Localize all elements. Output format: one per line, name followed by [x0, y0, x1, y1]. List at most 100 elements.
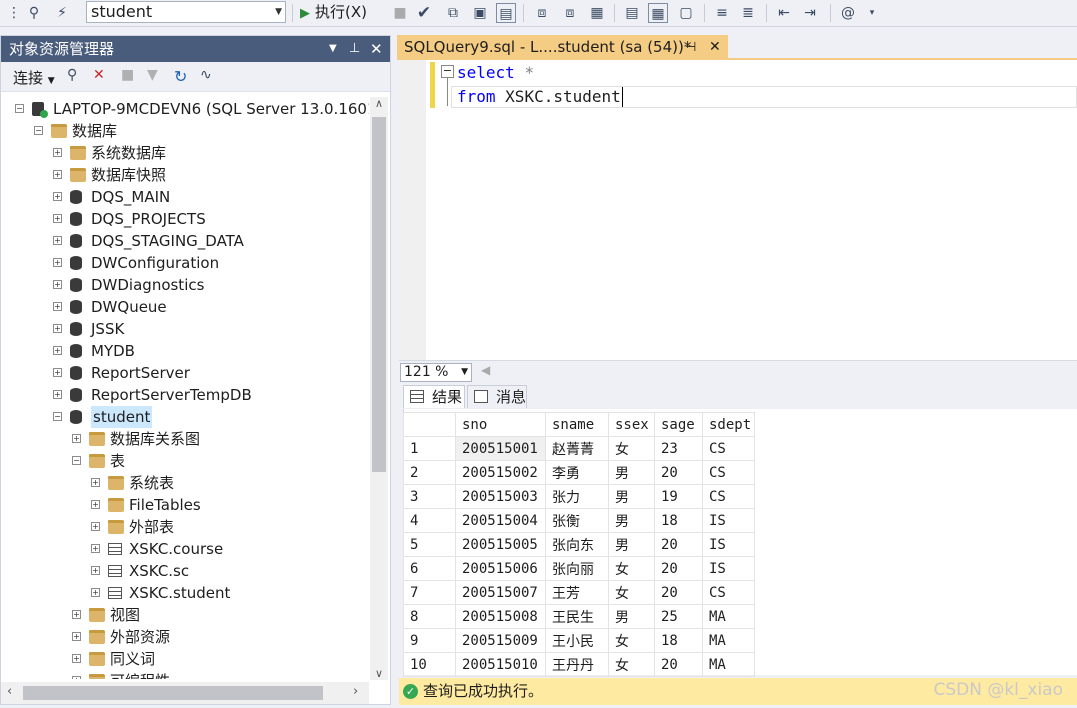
expand-icon[interactable]: + — [53, 192, 62, 201]
table-row[interactable]: 1 200515001 赵菁菁女 23 CS — [403, 436, 755, 461]
grid-cell[interactable]: 200515001 — [455, 436, 546, 461]
grid-cell[interactable]: 王小民 — [545, 628, 609, 653]
scrollbar-thumb[interactable] — [372, 117, 386, 472]
expand-icon[interactable]: + — [72, 676, 81, 679]
grid-cell[interactable]: 男 — [608, 604, 655, 629]
grid-cell[interactable]: 男 — [608, 484, 655, 509]
column-header[interactable]: sno — [455, 412, 546, 437]
row-number[interactable]: 4 — [403, 508, 456, 533]
include-plan-icon[interactable]: ⧈ — [532, 3, 552, 23]
expand-icon[interactable]: + — [91, 588, 100, 597]
grid-cell[interactable]: 200515007 — [455, 580, 546, 605]
grid-cell[interactable]: 王民生 — [545, 604, 609, 629]
expand-icon[interactable]: + — [53, 302, 62, 311]
grid-cell[interactable]: 女 — [608, 652, 655, 677]
grid-cell[interactable]: 18 — [654, 628, 703, 653]
grid-cell[interactable]: 19 — [654, 484, 703, 509]
increase-indent-icon[interactable]: ⇥ — [800, 3, 820, 23]
expand-icon[interactable]: + — [53, 280, 62, 289]
grid-cell[interactable]: 男 — [608, 460, 655, 485]
grid-cell[interactable]: 200515009 — [455, 628, 546, 653]
grid-cell[interactable]: 200515006 — [455, 556, 546, 581]
tree-node[interactable]: + JSSK — [1, 318, 369, 340]
comment-icon[interactable]: ≡ — [712, 3, 732, 23]
tree-node[interactable]: − 数据库 — [1, 120, 369, 142]
grid-cell[interactable]: 23 — [654, 436, 703, 461]
row-number[interactable]: 5 — [403, 532, 456, 557]
tree-node[interactable]: + ReportServer — [1, 362, 369, 384]
expand-icon[interactable]: + — [91, 544, 100, 553]
zoom-select[interactable]: 121 % ▼ — [400, 363, 472, 382]
grid-cell[interactable]: 200515010 — [455, 652, 546, 677]
expand-icon[interactable]: + — [91, 522, 100, 531]
row-number[interactable]: 3 — [403, 484, 456, 509]
tree-node[interactable]: + ReportServerTempDB — [1, 384, 369, 406]
pin-icon[interactable]: ⊥ — [349, 36, 360, 62]
expand-icon[interactable]: + — [53, 236, 62, 245]
tree-node[interactable]: + 同义词 — [1, 648, 369, 670]
grid-cell[interactable]: CS — [702, 436, 755, 461]
grid-cell[interactable]: 李勇 — [545, 460, 609, 485]
tree-node[interactable]: + FileTables — [1, 494, 369, 516]
table-row[interactable]: 6 200515006 张向丽女 20 IS — [403, 556, 755, 581]
parse-check-icon[interactable]: ✔ — [414, 3, 434, 23]
grid-cell[interactable]: CS — [702, 580, 755, 605]
grid-cell[interactable]: 女 — [608, 556, 655, 581]
table-row[interactable]: 2 200515002 李勇男 20 CS — [403, 460, 755, 485]
grid-cell[interactable]: 20 — [654, 580, 703, 605]
row-number[interactable]: 10 — [403, 652, 456, 677]
row-number[interactable]: 7 — [403, 580, 456, 605]
grid-cell[interactable]: MA — [702, 652, 755, 677]
grid-cell[interactable]: 女 — [608, 580, 655, 605]
expand-icon[interactable]: + — [53, 170, 62, 179]
results-grid[interactable]: sno sname ssex sage sdept 1 200515001 赵菁菁女 23 CS… — [403, 412, 755, 677]
tree-node[interactable]: + DWQueue — [1, 296, 369, 318]
tree-node[interactable]: + XSKC.sc — [1, 560, 369, 582]
decrease-indent-icon[interactable]: ⇤ — [774, 3, 794, 23]
grid-cell[interactable]: 200515002 — [455, 460, 546, 485]
grid-cell[interactable]: 200515003 — [455, 484, 546, 509]
tree-node[interactable]: + 系统表 — [1, 472, 369, 494]
grid-cell[interactable]: 25 — [654, 604, 703, 629]
row-number[interactable]: 6 — [403, 556, 456, 581]
expand-icon[interactable]: + — [72, 434, 81, 443]
results-to-grid-icon[interactable]: ▦ — [648, 3, 668, 23]
tree-node[interactable]: + 数据库关系图 — [1, 428, 369, 450]
table-row[interactable]: 4 200515004 张衡男 18 IS — [403, 508, 755, 533]
activity-monitor-icon[interactable]: ∿ — [200, 67, 212, 83]
expand-icon[interactable]: + — [91, 566, 100, 575]
change-connection-icon[interactable]: ⚡ — [52, 3, 72, 23]
table-row[interactable]: 9 200515009 王小民女 18 MA — [403, 628, 755, 653]
column-header[interactable]: sage — [654, 412, 703, 437]
grid-cell[interactable]: CS — [702, 484, 755, 509]
grid-cell[interactable]: 张衡 — [545, 508, 609, 533]
grid-cell[interactable]: 200515008 — [455, 604, 546, 629]
row-number[interactable]: 1 — [403, 436, 456, 461]
scroll-left-icon[interactable]: ◀ — [481, 363, 490, 377]
tree-node[interactable]: + DWConfiguration — [1, 252, 369, 274]
tab-messages[interactable]: 消息 — [467, 385, 527, 408]
expand-icon[interactable]: + — [91, 500, 100, 509]
expand-icon[interactable]: + — [53, 324, 62, 333]
grid-cell[interactable]: 20 — [654, 652, 703, 677]
collapse-icon[interactable]: − — [53, 412, 62, 421]
intellisense-icon[interactable]: ▤ — [496, 3, 516, 23]
grid-cell[interactable]: 200515005 — [455, 532, 546, 557]
database-select[interactable]: student ▼ — [86, 1, 286, 23]
grid-cell[interactable]: MA — [702, 604, 755, 629]
tree-node[interactable]: + DQS_MAIN — [1, 186, 369, 208]
collapse-icon[interactable]: − — [72, 456, 81, 465]
grid-cell[interactable]: 20 — [654, 532, 703, 557]
grid-cell[interactable]: IS — [702, 508, 755, 533]
results-to-text-icon[interactable]: ▤ — [622, 3, 642, 23]
close-icon[interactable]: ✕ — [370, 36, 383, 62]
grid-cell[interactable]: IS — [702, 532, 755, 557]
collapse-icon[interactable]: − — [15, 104, 24, 113]
column-header[interactable]: sname — [545, 412, 609, 437]
grid-cell[interactable]: 男 — [608, 532, 655, 557]
tab-results[interactable]: 结果 — [403, 385, 465, 408]
disconnect-icon[interactable]: ✕ — [93, 67, 105, 83]
close-icon[interactable]: ✕ — [709, 35, 721, 60]
tree-node[interactable]: + MYDB — [1, 340, 369, 362]
uncomment-icon[interactable]: ≣ — [738, 3, 758, 23]
